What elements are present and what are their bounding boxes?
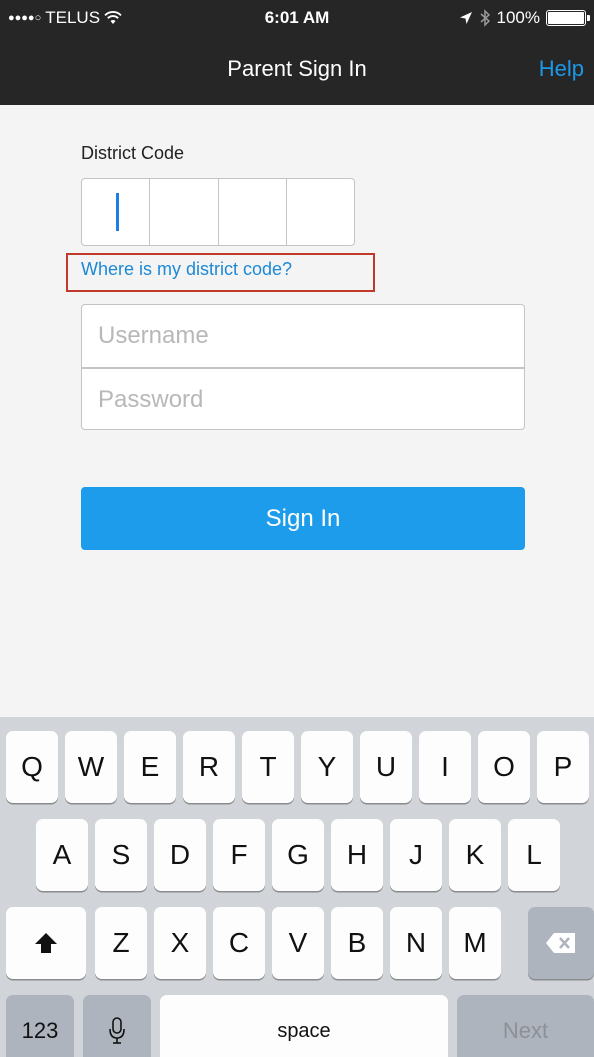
shift-icon [35,933,57,953]
next-key[interactable]: Next [457,995,594,1057]
key-y[interactable]: Y [301,731,353,803]
microphone-key[interactable] [83,995,151,1057]
key-p[interactable]: P [537,731,589,803]
key-n[interactable]: N [390,907,442,979]
district-code-digit-3[interactable] [219,179,287,245]
battery-percent: 100% [496,8,540,27]
key-j[interactable]: J [390,819,442,891]
district-code-field[interactable] [81,178,355,246]
key-w[interactable]: W [65,731,117,803]
help-button[interactable]: Help [539,56,584,82]
key-o[interactable]: O [478,731,530,803]
key-k[interactable]: K [449,819,501,891]
key-u[interactable]: U [360,731,412,803]
status-bar: ●●●●○ TELUS 6:01 AM 100% [0,0,594,36]
key-g[interactable]: G [272,819,324,891]
district-code-digit-1[interactable] [82,179,151,245]
page-title: Parent Sign In [227,56,367,81]
key-a[interactable]: A [36,819,88,891]
key-z[interactable]: Z [95,907,147,979]
key-m[interactable]: M [449,907,501,979]
key-d[interactable]: D [154,819,206,891]
key-f[interactable]: F [213,819,265,891]
key-b[interactable]: B [331,907,383,979]
key-q[interactable]: Q [6,731,58,803]
sign-in-button[interactable]: Sign In [81,487,525,550]
delete-icon [546,933,575,953]
district-code-help-link[interactable]: Where is my district code? [81,259,292,280]
key-s[interactable]: S [95,819,147,891]
text-caret [116,193,119,231]
credentials-group [81,304,525,431]
key-t[interactable]: T [242,731,294,803]
key-h[interactable]: H [331,819,383,891]
microphone-icon [109,1017,125,1044]
space-key[interactable]: space [160,995,448,1057]
key-e[interactable]: E [124,731,176,803]
key-x[interactable]: X [154,907,206,979]
keyboard: Q W E R T Y U I O P A S D F G H J K L Z … [0,717,594,1057]
key-c[interactable]: C [213,907,265,979]
username-field[interactable] [82,305,524,367]
bluetooth-icon [480,9,490,27]
key-i[interactable]: I [419,731,471,803]
battery-full-icon [546,10,590,26]
password-field[interactable] [82,368,524,431]
district-code-digit-2[interactable] [150,179,219,245]
location-arrow-icon [459,12,472,24]
district-code-label: District Code [81,143,185,163]
top-bar: ●●●●○ TELUS 6:01 AM 100% Parent Sign In … [0,0,594,105]
numbers-key[interactable]: 123 [6,995,74,1057]
district-code-digit-4[interactable] [287,179,354,245]
key-l[interactable]: L [508,819,560,891]
key-v[interactable]: V [272,907,324,979]
shift-key[interactable] [6,907,86,979]
delete-key[interactable] [528,907,594,979]
key-r[interactable]: R [183,731,235,803]
